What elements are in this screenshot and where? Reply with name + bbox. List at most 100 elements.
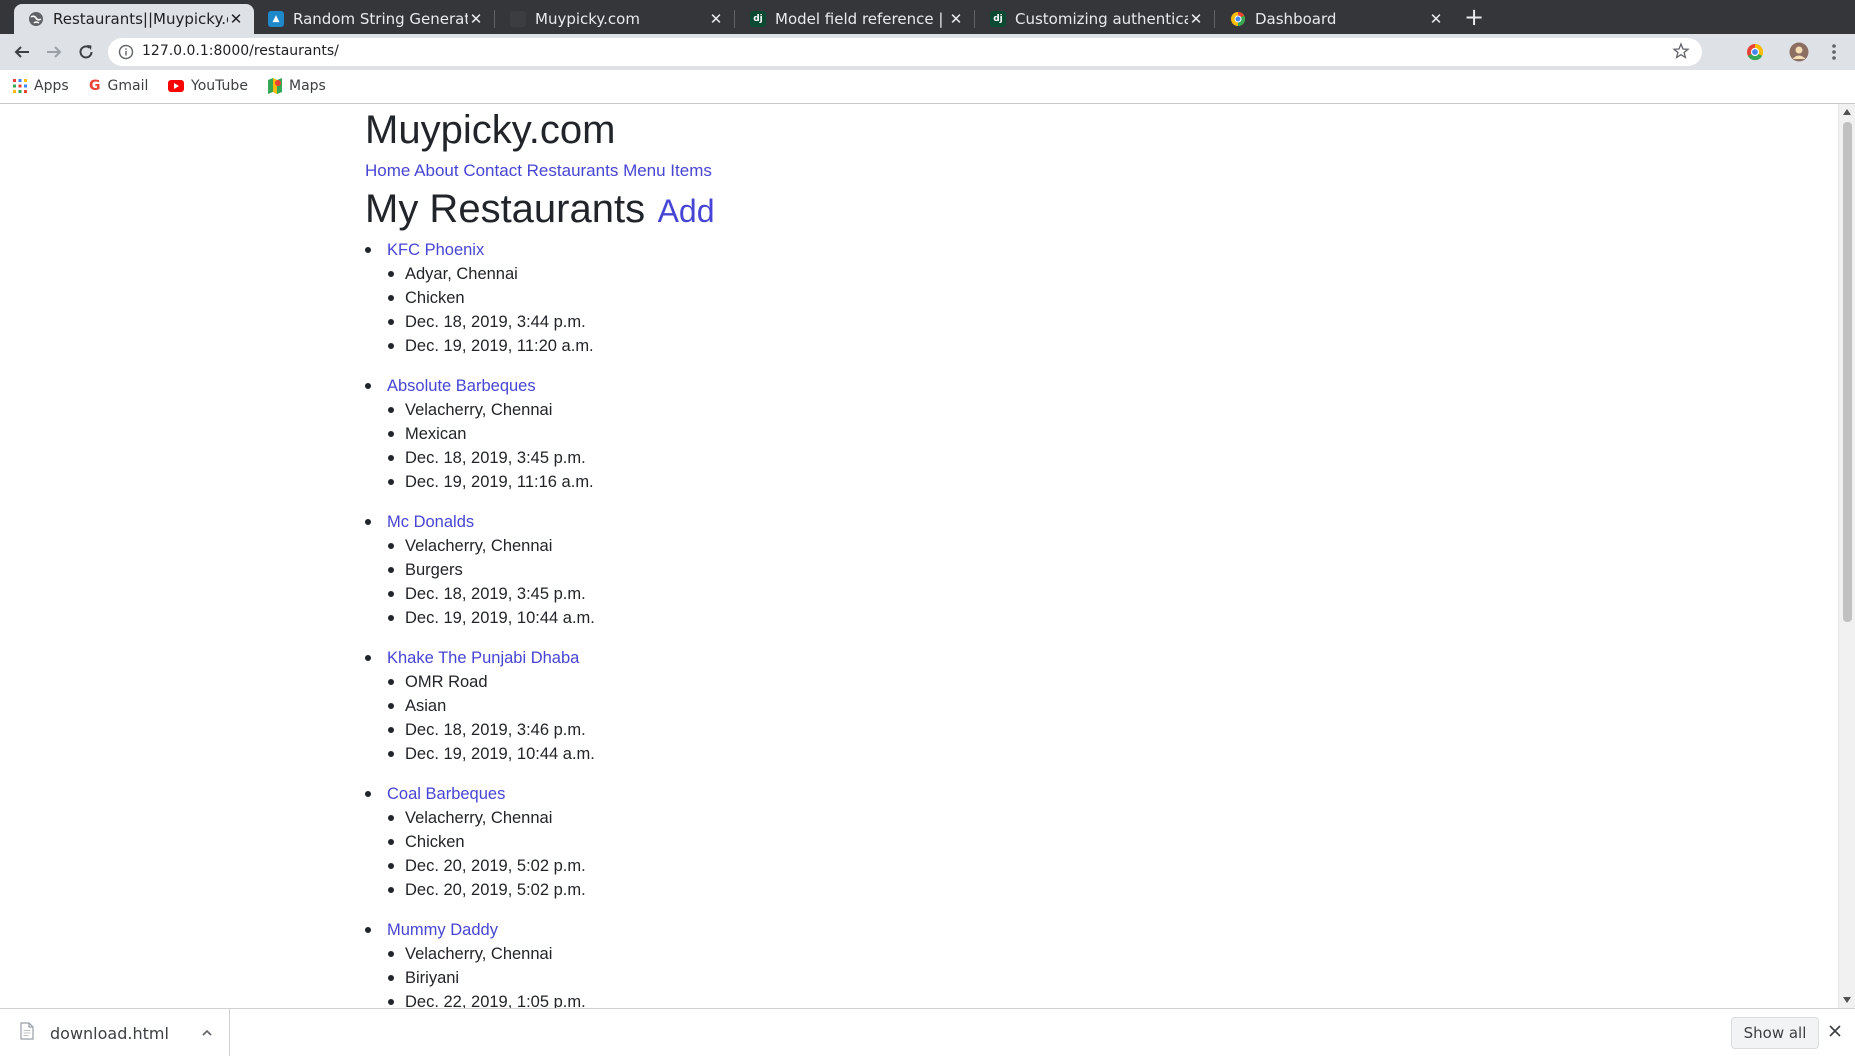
- page-viewport: Muypicky.com Home About Contact Restaura…: [0, 104, 1855, 1008]
- restaurant-details: Velacherry, Chennai Burgers Dec. 18, 201…: [387, 534, 1065, 630]
- list-item: Khake The Punjabi Dhaba OMR Road Asian D…: [365, 646, 1065, 766]
- restaurant-link[interactable]: KFC Phoenix: [387, 238, 1065, 262]
- restaurant-category: Burgers: [388, 558, 1065, 582]
- page-title: My Restaurants: [365, 187, 646, 231]
- tab-title: Model field reference | Django: [775, 10, 948, 28]
- nav-menu-items-link[interactable]: Menu Items: [623, 161, 712, 180]
- youtube-icon: [168, 80, 184, 92]
- tab-close-icon[interactable]: ✕: [708, 10, 724, 28]
- restaurant-link[interactable]: Mc Donalds: [387, 510, 1065, 534]
- browser-toolbar: 127.0.0.1:8000/restaurants/: [0, 34, 1855, 70]
- tab-random-string[interactable]: ▲ Random String Generator ✕: [254, 4, 494, 34]
- download-file-name: download.html: [50, 1023, 169, 1043]
- list-item: KFC Phoenix Adyar, Chennai Chicken Dec. …: [365, 238, 1065, 358]
- restaurant-list: KFC Phoenix Adyar, Chennai Chicken Dec. …: [365, 238, 1065, 1008]
- restaurant-created: Dec. 18, 2019, 3:45 p.m.: [388, 582, 1065, 606]
- restaurant-details: OMR Road Asian Dec. 18, 2019, 3:46 p.m. …: [387, 670, 1065, 766]
- restaurant-category: Biriyani: [388, 966, 1065, 990]
- tab-model-field-reference[interactable]: dj Model field reference | Django ✕: [736, 4, 974, 34]
- scroll-up-arrow-icon[interactable]: [1843, 109, 1851, 115]
- apps-grid-icon: [13, 79, 27, 93]
- forward-button[interactable]: [40, 38, 68, 66]
- bookmark-label: Gmail: [107, 78, 149, 94]
- restaurant-created: Dec. 22, 2019, 1:05 p.m.: [388, 990, 1065, 1008]
- scroll-down-arrow-icon[interactable]: [1843, 997, 1851, 1003]
- tab-close-icon[interactable]: ✕: [948, 10, 964, 28]
- tab-close-icon[interactable]: ✕: [1428, 10, 1444, 28]
- django-icon: dj: [750, 11, 766, 27]
- tab-muypicky[interactable]: Muypicky.com ✕: [496, 4, 734, 34]
- menu-kebab-icon[interactable]: [1822, 40, 1846, 64]
- random-string-icon: ▲: [268, 11, 284, 27]
- bookmark-star-icon[interactable]: [1672, 42, 1690, 64]
- chevron-up-icon[interactable]: [200, 1025, 214, 1044]
- close-icon[interactable]: [1828, 1023, 1842, 1042]
- restaurant-updated: Dec. 19, 2019, 10:44 a.m.: [388, 606, 1065, 630]
- tab-title: Restaurants||Muypicky.com: [53, 10, 228, 28]
- bookmark-apps[interactable]: Apps: [13, 78, 69, 94]
- site-title: Muypicky.com: [365, 108, 616, 152]
- restaurant-location: Velacherry, Chennai: [388, 398, 1065, 422]
- download-bar: download.html Show all: [0, 1008, 1855, 1056]
- address-bar[interactable]: 127.0.0.1:8000/restaurants/: [108, 38, 1702, 66]
- file-icon: [20, 1022, 34, 1044]
- tab-close-icon[interactable]: ✕: [468, 10, 484, 28]
- address-url[interactable]: 127.0.0.1:8000/restaurants/: [142, 43, 339, 59]
- restaurant-location: Velacherry, Chennai: [388, 806, 1065, 830]
- bookmark-label: Apps: [34, 78, 69, 94]
- list-item: Mc Donalds Velacherry, Chennai Burgers D…: [365, 510, 1065, 630]
- restaurant-link[interactable]: Absolute Barbeques: [387, 374, 1065, 398]
- tab-title: Random String Generator: [293, 10, 468, 28]
- bookmark-maps[interactable]: Maps: [268, 78, 326, 94]
- blank-page-icon: [510, 11, 526, 27]
- restaurant-link[interactable]: Coal Barbeques: [387, 782, 1065, 806]
- bookmark-youtube[interactable]: YouTube: [168, 78, 248, 94]
- restaurant-location: Velacherry, Chennai: [388, 942, 1065, 966]
- restaurant-updated: Dec. 19, 2019, 11:16 a.m.: [388, 470, 1065, 494]
- restaurant-category: Mexican: [388, 422, 1065, 446]
- tab-close-icon[interactable]: ✕: [1188, 10, 1204, 28]
- restaurant-details: Velacherry, Chennai Mexican Dec. 18, 201…: [387, 398, 1065, 494]
- restaurant-location: Velacherry, Chennai: [388, 534, 1065, 558]
- restaurant-created: Dec. 18, 2019, 3:46 p.m.: [388, 718, 1065, 742]
- tab-restaurants[interactable]: Restaurants||Muypicky.com ✕: [14, 4, 254, 34]
- globe-icon: [28, 11, 44, 27]
- nav-about-link[interactable]: About: [414, 161, 458, 180]
- restaurant-link[interactable]: Khake The Punjabi Dhaba: [387, 646, 1065, 670]
- list-item: Mummy Daddy Velacherry, Chennai Biriyani…: [365, 918, 1065, 1008]
- show-all-button[interactable]: Show all: [1731, 1017, 1819, 1049]
- tab-close-icon[interactable]: ✕: [228, 10, 244, 28]
- tab-title: Muypicky.com: [535, 10, 640, 28]
- restaurant-category: Chicken: [388, 286, 1065, 310]
- restaurant-details: Velacherry, Chennai Chicken Dec. 20, 201…: [387, 806, 1065, 902]
- restaurant-category: Asian: [388, 694, 1065, 718]
- tab-dashboard[interactable]: Dashboard ✕: [1216, 4, 1454, 34]
- back-arrow-icon: [14, 46, 29, 58]
- new-tab-button[interactable]: +: [1460, 3, 1488, 31]
- add-restaurant-link[interactable]: Add: [658, 193, 715, 229]
- download-item[interactable]: download.html: [0, 1009, 230, 1056]
- tab-customizing-authentication[interactable]: dj Customizing authentication ✕: [976, 4, 1214, 34]
- info-icon[interactable]: [118, 44, 134, 64]
- nav-restaurants-link[interactable]: Restaurants: [527, 161, 619, 180]
- site-nav: Home About Contact Restaurants Menu Item…: [365, 161, 712, 181]
- scrollbar-thumb[interactable]: [1843, 122, 1852, 622]
- nav-contact-link[interactable]: Contact: [463, 161, 522, 180]
- bookmark-gmail[interactable]: G Gmail: [89, 78, 148, 94]
- extension-icon[interactable]: [1743, 40, 1767, 64]
- nav-home-link[interactable]: Home: [365, 161, 410, 180]
- bookmark-label: Maps: [289, 78, 326, 94]
- restaurant-updated: Dec. 20, 2019, 5:02 p.m.: [388, 878, 1065, 902]
- restaurant-link[interactable]: Mummy Daddy: [387, 918, 1065, 942]
- restaurant-category: Chicken: [388, 830, 1065, 854]
- restaurant-created: Dec. 18, 2019, 3:44 p.m.: [388, 310, 1065, 334]
- tab-title: Customizing authentication: [1015, 10, 1188, 28]
- restaurant-created: Dec. 20, 2019, 5:02 p.m.: [388, 854, 1065, 878]
- bookmarks-bar: Apps G Gmail YouTube Maps: [0, 70, 1855, 104]
- reload-button[interactable]: [72, 38, 100, 66]
- profile-avatar[interactable]: [1787, 40, 1811, 64]
- back-button[interactable]: [8, 38, 36, 66]
- vertical-scrollbar[interactable]: [1838, 104, 1855, 1008]
- restaurant-details: Velacherry, Chennai Biriyani Dec. 22, 20…: [387, 942, 1065, 1008]
- tab-title: Dashboard: [1255, 10, 1337, 28]
